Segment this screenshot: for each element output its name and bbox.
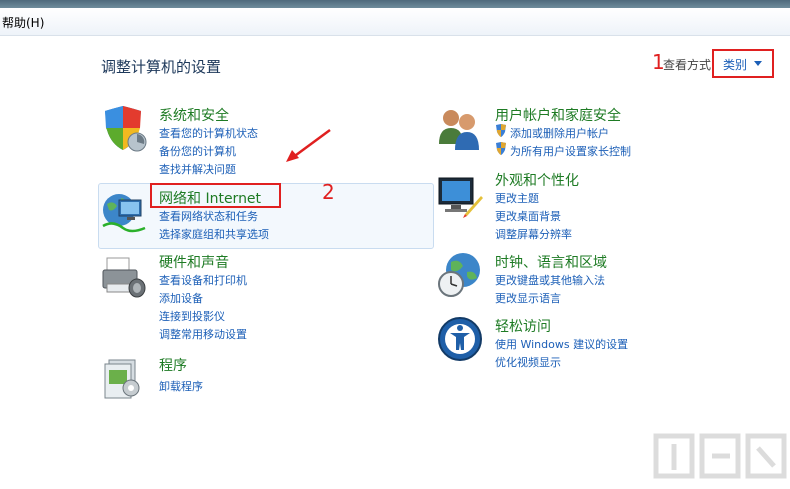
link-backup-computer[interactable]: 备份您的计算机 [159,143,236,159]
menu-help[interactable]: 帮助(H) [2,14,44,31]
link-add-remove-accounts[interactable]: 添加或删除用户帐户 [510,125,609,141]
watermark-logo [653,433,787,479]
annotation-arrow-icon [286,128,331,162]
window-title-bar [0,0,790,8]
link-change-background[interactable]: 更改桌面背景 [495,208,561,224]
link-mobility-settings[interactable]: 调整常用移动设置 [159,326,247,342]
programs-icon [104,359,140,399]
link-parental-controls[interactable]: 为所有用户设置家长控制 [510,143,631,159]
link-add-device[interactable]: 添加设备 [159,290,203,306]
category-title-appearance[interactable]: 外观和个性化 [495,170,579,190]
uac-shield-icon [496,124,506,137]
users-icon [439,110,479,150]
uac-shield-icon [496,142,506,155]
page-title: 调整计算机的设置 [101,58,222,76]
menu-bar: 帮助(H) [0,8,790,36]
link-uninstall-program[interactable]: 卸载程序 [159,378,203,394]
link-screen-resolution[interactable]: 调整屏幕分辨率 [495,226,572,242]
link-devices-printers[interactable]: 查看设备和打印机 [159,272,247,288]
view-by-dropdown[interactable]: 类别 [712,49,774,78]
category-title-users[interactable]: 用户帐户和家庭安全 [495,105,621,125]
view-by-label: 查看方式: [663,58,716,72]
appearance-monitor-icon [438,177,483,218]
printer-icon [102,257,146,298]
link-change-theme[interactable]: 更改主题 [495,190,539,206]
category-title-ease[interactable]: 轻松访问 [495,316,551,336]
link-view-network-status[interactable]: 查看网络状态和任务 [159,208,258,224]
link-view-computer-status[interactable]: 查看您的计算机状态 [159,125,258,141]
annotation-highlight-box [150,183,281,208]
link-optimize-video-display[interactable]: 优化视频显示 [495,354,561,370]
link-troubleshoot[interactable]: 查找并解决问题 [159,161,236,177]
ease-of-access-icon [438,317,482,361]
network-globe-icon [102,194,146,233]
link-homegroup-sharing[interactable]: 选择家庭组和共享选项 [159,226,269,242]
category-title-system[interactable]: 系统和安全 [159,105,229,125]
clock-globe-icon [438,253,480,297]
category-title-programs[interactable]: 程序 [159,355,187,375]
link-change-keyboard[interactable]: 更改键盘或其他输入法 [495,272,605,288]
link-windows-recommended-settings[interactable]: 使用 Windows 建议的设置 [495,336,628,352]
chevron-down-icon [754,61,762,66]
category-title-clock[interactable]: 时钟、语言和区域 [495,252,607,272]
link-change-display-language[interactable]: 更改显示语言 [495,290,561,306]
view-by-value: 类别 [723,58,748,72]
link-connect-projector[interactable]: 连接到投影仪 [159,308,225,324]
category-title-hardware[interactable]: 硬件和声音 [159,252,229,272]
annotation-number-2: 2 [322,180,335,204]
security-shield-icon [105,106,147,152]
